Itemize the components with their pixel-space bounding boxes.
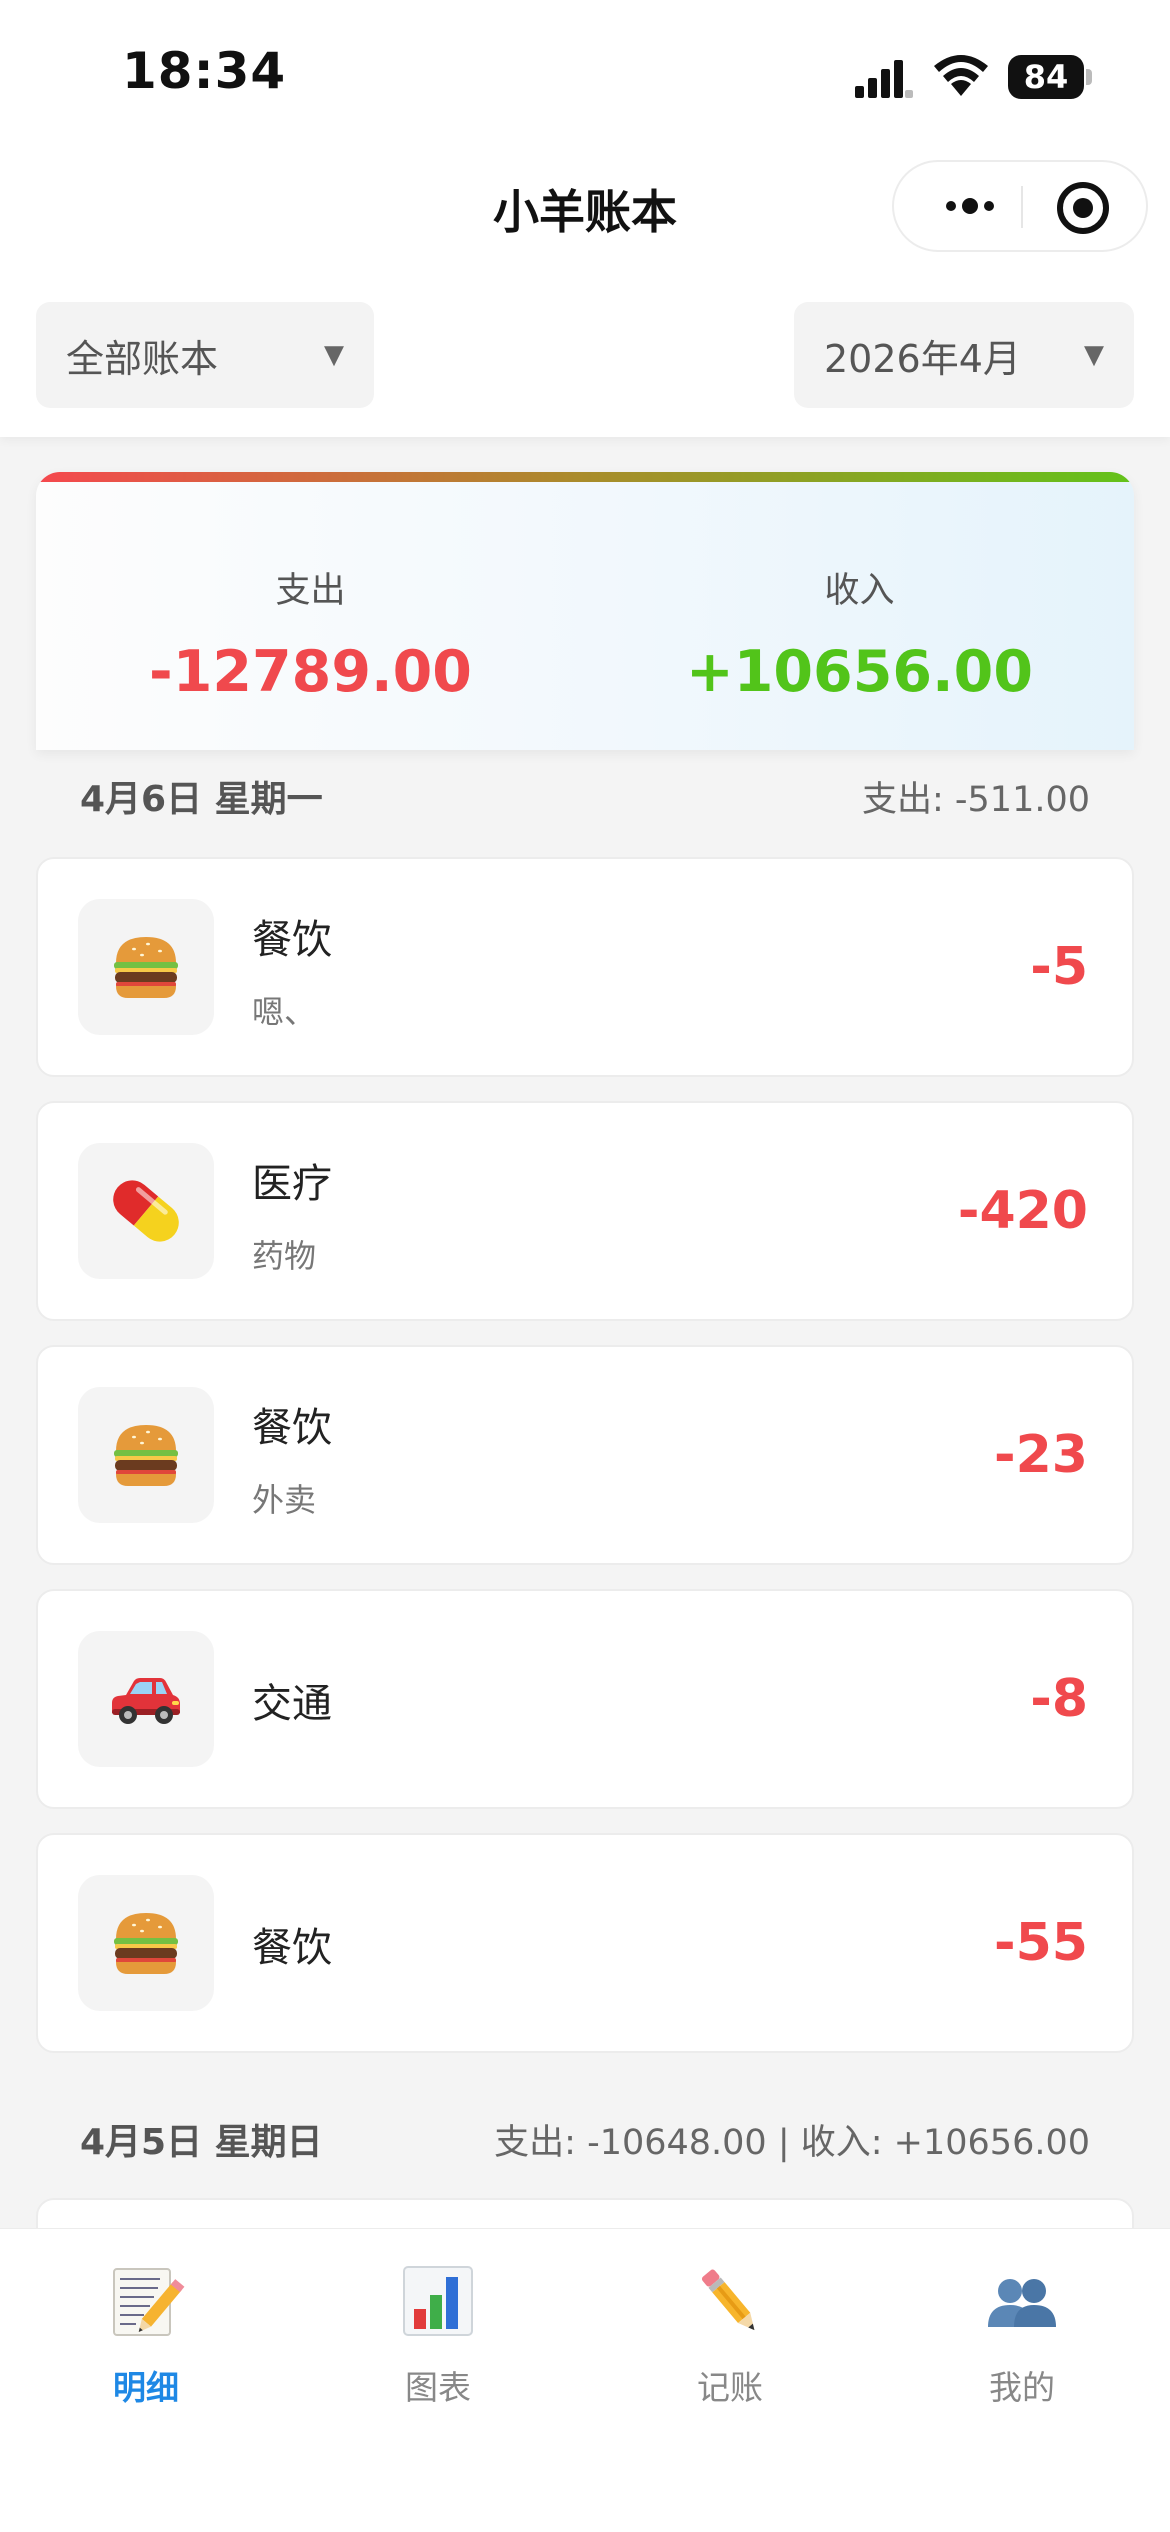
battery-icon: 84 [1008, 55, 1092, 99]
month-selector-label: 2026年4月 [824, 336, 1021, 381]
category-icon-box [78, 1387, 214, 1523]
record-item[interactable]: 交通 -8 [36, 1589, 1134, 1809]
book-selector[interactable]: 全部账本 ▼ [36, 302, 374, 408]
record-category: 餐饮 [252, 917, 332, 963]
day-summary: 支出: -511.00 [861, 779, 1090, 820]
users-icon [988, 2279, 1056, 2327]
tab-mine[interactable]: 我的 [876, 2261, 1168, 2409]
wifi-icon [934, 55, 988, 96]
record-note: 药物 [252, 1237, 317, 1275]
tab-label: 记账 [697, 2368, 763, 2407]
pill-icon [106, 1171, 186, 1251]
category-icon-box [78, 1875, 214, 2011]
record-item[interactable]: 医疗 药物 -420 [36, 1101, 1134, 1321]
cellular-signal-icon [855, 60, 913, 98]
record-amount: -23 [994, 1425, 1088, 1485]
record-item[interactable]: 餐饮 嗯、 -5 [36, 857, 1134, 1077]
income-label: 收入 [824, 571, 895, 611]
tab-label: 图表 [405, 2368, 471, 2407]
hamburger-icon [106, 927, 186, 1007]
income-total: +10656.00 [685, 639, 1034, 705]
battery-level: 84 [1008, 55, 1084, 99]
tab-label: 我的 [989, 2368, 1055, 2407]
close-miniprogram-icon[interactable] [1057, 182, 1109, 234]
book-selector-label: 全部账本 [66, 336, 219, 381]
income-summary: 收入 +10656.00 [585, 562, 1134, 705]
record-item[interactable]: 餐饮 外卖 -23 [36, 1345, 1134, 1565]
category-icon-box [78, 899, 214, 1035]
record-amount: -8 [1030, 1669, 1088, 1729]
record-note: 嗯、 [252, 993, 317, 1031]
record-category: 餐饮 [252, 1405, 332, 1451]
hamburger-icon [106, 1903, 186, 1983]
record-amount: -55 [994, 1913, 1088, 1973]
expense-total: -12789.00 [149, 639, 472, 705]
bottom-tab-bar: 明细 图表 记账 我的 [0, 2228, 1170, 2532]
miniprogram-capsule [892, 160, 1148, 252]
record-category: 交通 [252, 1681, 332, 1727]
more-icon[interactable] [928, 162, 1012, 250]
record-amount: -420 [957, 1181, 1088, 1241]
header-area: 18:34 84 小羊账本 全部账本 ▼ 2026年4月 ▼ [0, 0, 1170, 437]
category-icon-box [78, 1143, 214, 1279]
category-icon-box [78, 1631, 214, 1767]
caret-down-icon: ▼ [324, 340, 344, 370]
expense-summary: 支出 -12789.00 [36, 562, 585, 705]
battery-tip [1086, 69, 1092, 85]
record-note: 外卖 [252, 1481, 317, 1519]
day-date: 4月6日 星期一 [80, 779, 323, 820]
record-category: 医疗 [252, 1161, 332, 1207]
tab-record[interactable]: 记账 [584, 2261, 876, 2409]
capsule-divider [1021, 186, 1023, 228]
tab-charts[interactable]: 图表 [292, 2261, 584, 2409]
car-icon [106, 1659, 186, 1739]
record-category: 餐饮 [252, 1925, 332, 1971]
day-header: 4月6日 星期一 支出: -511.00 [80, 770, 1090, 822]
hamburger-icon [106, 1415, 186, 1495]
tab-details[interactable]: 明细 [0, 2261, 292, 2409]
day-summary: 支出: -10648.00 | 收入: +10656.00 [494, 2122, 1090, 2163]
bar-chart-icon [403, 2266, 473, 2336]
summary-gradient-bar [36, 472, 1134, 482]
day-header: 4月5日 星期日 支出: -10648.00 | 收入: +10656.00 [80, 2113, 1090, 2165]
tab-label: 明细 [113, 2368, 179, 2407]
caret-down-icon: ▼ [1084, 340, 1104, 370]
memo-icon [113, 2268, 185, 2336]
status-time: 18:34 [122, 42, 287, 100]
month-selector[interactable]: 2026年4月 ▼ [794, 302, 1134, 408]
record-amount: -5 [1030, 937, 1088, 997]
expense-label: 支出 [275, 571, 346, 611]
monthly-summary-card: 支出 -12789.00 收入 +10656.00 [36, 472, 1134, 750]
day-date: 4月5日 星期日 [80, 2122, 323, 2163]
record-item[interactable]: 餐饮 -55 [36, 1833, 1134, 2053]
status-bar: 18:34 84 [0, 0, 1170, 140]
pencil-icon [701, 2269, 755, 2331]
